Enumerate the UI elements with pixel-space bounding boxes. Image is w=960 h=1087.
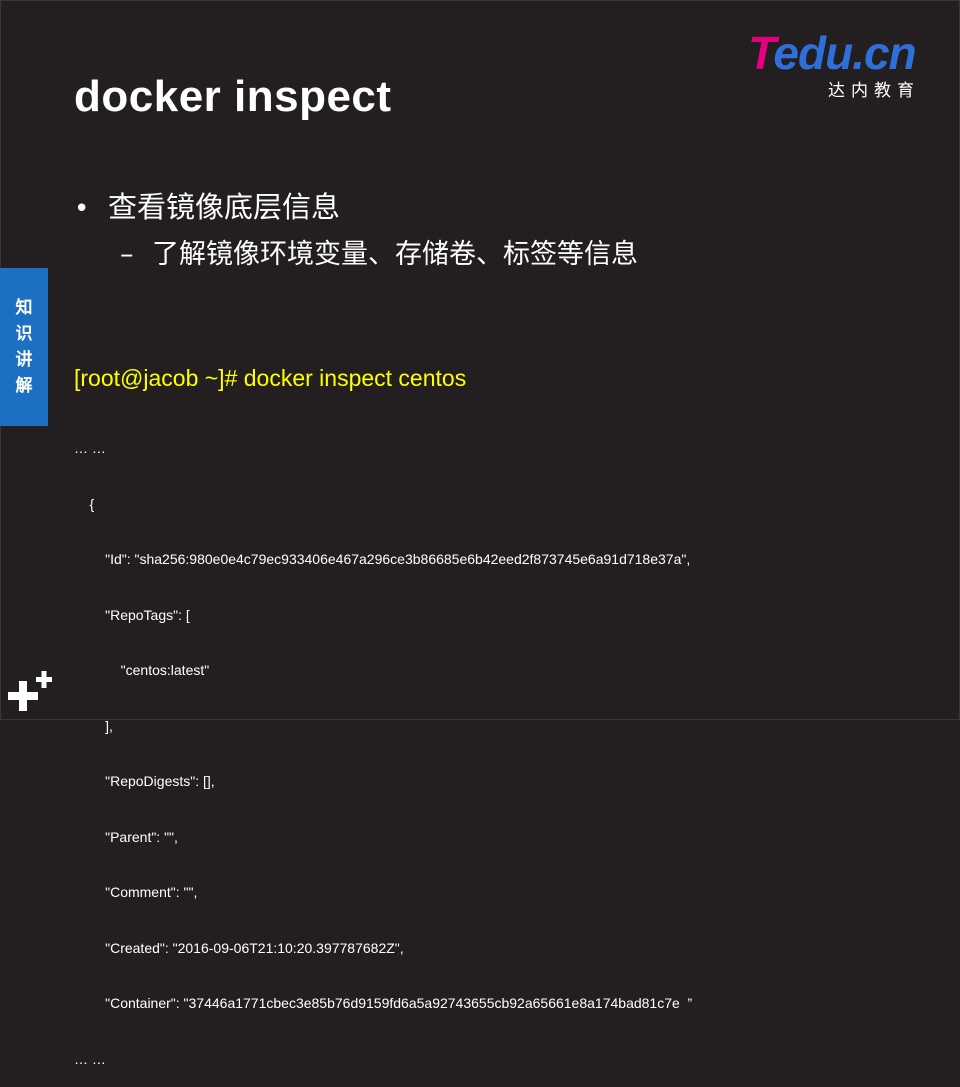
bullet-dash-marker: – — [120, 239, 134, 270]
logo-subtitle: 达内教育 — [828, 81, 920, 101]
bullet-level2: – 了解镜像环境变量、存储卷、标签等信息 — [120, 232, 638, 271]
code-line: "Container": "37446a1771cbec3e85b76d9159… — [74, 995, 693, 1011]
section-tab: 知 识 讲 解 — [0, 268, 48, 426]
code-line: ], — [74, 717, 113, 734]
code-line: "Created": "2016-09-06T21:10:20.39778768… — [74, 939, 404, 956]
section-tab-char: 知 — [15, 298, 33, 318]
code-line: … … — [74, 1050, 106, 1067]
code-line: "RepoTags": [ — [74, 606, 190, 623]
shell-command: [root@jacob ~]# docker inspect centos — [74, 365, 467, 391]
code-line: "Id": "sha256:980e0e4c79ec933406e467a296… — [74, 551, 691, 567]
code-line: "RepoDigests": [], — [74, 773, 215, 789]
section-tab-char: 解 — [15, 376, 33, 396]
slide-title: docker inspect — [74, 72, 392, 121]
tedu-logo: Tedu.cn 达内教育 — [748, 27, 928, 101]
logo-wordmark: Tedu.cn — [748, 27, 917, 79]
bullet-level1: • 查看镜像底层信息 — [74, 184, 340, 226]
code-line: { — [74, 495, 95, 512]
logo-rest: edu.cn — [773, 27, 916, 79]
logo-t: T — [748, 27, 774, 79]
code-line: … … — [74, 440, 106, 456]
code-line: "centos:latest" — [74, 662, 210, 678]
code-line: "Parent": "", — [74, 828, 178, 845]
plus-icon — [8, 671, 52, 711]
bullet-level1-text: 查看镜像底层信息 — [108, 190, 341, 224]
section-tab-char: 讲 — [15, 350, 33, 370]
section-tab-char: 识 — [15, 324, 33, 344]
bullet-marker: • — [74, 194, 90, 224]
code-line: "Comment": "", — [74, 884, 198, 900]
json-output: … … { "Id": "sha256:980e0e4c79ec933406e4… — [74, 402, 692, 1087]
bullet-level2-text: 了解镜像环境变量、存储卷、标签等信息 — [152, 239, 638, 270]
